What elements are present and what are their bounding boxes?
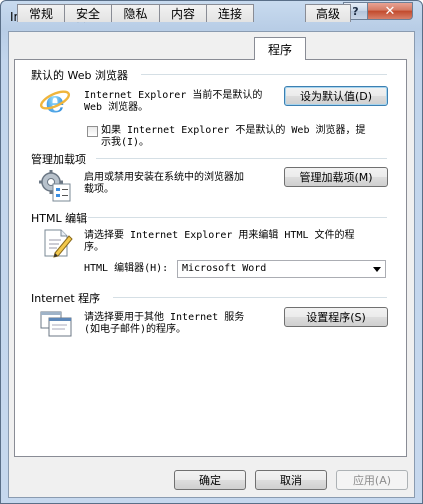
apply-button[interactable]: 应用(A) — [336, 470, 408, 490]
section-divider — [96, 158, 387, 159]
tab-security[interactable]: 安全 — [64, 4, 112, 22]
tab-content[interactable]: 内容 — [159, 4, 207, 22]
make-default-button[interactable]: 设为默认值(D) — [284, 86, 388, 106]
manage-addons-button[interactable]: 管理加载项(M) — [284, 167, 388, 187]
ok-button[interactable]: 确定 — [174, 470, 246, 490]
cancel-button[interactable]: 取消 — [255, 470, 327, 490]
prompt-default-checkbox[interactable] — [87, 126, 98, 137]
tab-programs[interactable]: 程序 — [254, 37, 306, 60]
internet-explorer-icon: e — [39, 85, 71, 117]
tab-connections[interactable]: 连接 — [206, 4, 254, 22]
internet-programs-description-line1: 请选择要用于其他 Internet 服务 — [84, 312, 245, 323]
section-divider — [141, 74, 387, 75]
prompt-default-label-line1[interactable]: 如果 Internet Explorer 不是默认的 Web 浏览器，提 — [101, 125, 366, 137]
section-heading-default-browser: 默认的 Web 浏览器 — [31, 69, 128, 82]
tab-general[interactable]: 常规 — [17, 4, 65, 22]
prompt-default-label-line2[interactable]: 示我(I)。 — [101, 137, 149, 149]
internet-programs-description-line2: (如电子邮件)的程序。 — [84, 324, 187, 335]
internet-programs-icon — [40, 311, 72, 337]
html-editor-label: HTML 编辑器(H): — [84, 263, 169, 274]
addons-description-line2: 载项。 — [84, 184, 114, 195]
tab-advanced[interactable]: 高级 — [305, 4, 351, 22]
set-programs-button[interactable]: 设置程序(S) — [284, 307, 388, 327]
close-button[interactable]: ✕ — [367, 2, 413, 20]
section-divider — [113, 297, 387, 298]
html-editor-icon — [44, 229, 73, 258]
html-editor-select-value: Microsoft Word — [182, 263, 267, 274]
programs-panel — [14, 59, 407, 457]
tab-privacy[interactable]: 隐私 — [111, 4, 160, 22]
dialog-window: Internet 选项 ? ✕ 常规 安全 隐私 内容 连接 程序 高级 默认的… — [0, 0, 423, 504]
svg-text:e: e — [45, 85, 64, 117]
html-editor-select[interactable]: Microsoft Word — [177, 260, 386, 278]
html-editing-description-line2: 序。 — [84, 242, 104, 253]
default-browser-status-line1: Internet Explorer 当前不是默认的 — [84, 90, 263, 101]
section-heading-internet-programs: Internet 程序 — [31, 292, 101, 305]
manage-addons-icon — [39, 170, 71, 202]
chevron-down-icon[interactable] — [373, 267, 381, 272]
default-browser-status-line2: Web 浏览器。 — [84, 102, 149, 113]
addons-description-line1: 启用或禁用安装在系统中的浏览器加 — [84, 172, 244, 183]
section-heading-addons: 管理加载项 — [31, 153, 86, 166]
section-divider — [88, 217, 387, 218]
html-editing-description-line1: 请选择要 Internet Explorer 用来编辑 HTML 文件的程 — [84, 230, 355, 241]
section-heading-html-editing: HTML 编辑 — [31, 212, 88, 225]
